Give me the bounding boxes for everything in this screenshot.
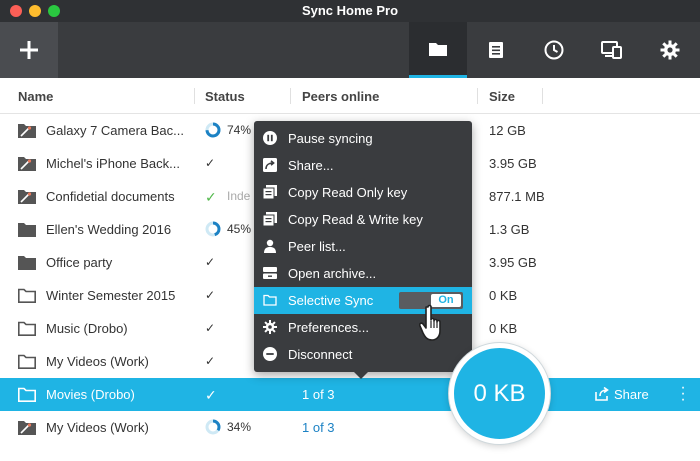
row-size: 1.3 GB bbox=[489, 222, 530, 237]
row-peers: 1 of 3 bbox=[302, 420, 335, 435]
device-folder-icon bbox=[18, 190, 36, 204]
column-header: Name Status Peers online Size bbox=[0, 78, 700, 114]
device-folder-icon bbox=[18, 124, 36, 138]
row-name: Winter Semester 2015 bbox=[46, 288, 176, 303]
menu-item-copy-read-only-key[interactable]: Copy Read Only key bbox=[254, 179, 472, 206]
folder-outline-icon bbox=[18, 321, 36, 336]
archive-icon bbox=[263, 267, 277, 279]
minus-circle-icon bbox=[263, 347, 277, 361]
column-status[interactable]: Status bbox=[205, 89, 245, 104]
pause-icon bbox=[263, 131, 277, 145]
check-icon: ✓ bbox=[205, 321, 216, 335]
row-name: Confidetial documents bbox=[46, 189, 175, 204]
tab-devices[interactable] bbox=[583, 22, 641, 78]
share-button[interactable]: Share bbox=[614, 387, 649, 402]
menu-item-peer-list[interactable]: Peer list... bbox=[254, 233, 472, 260]
context-menu-pointer bbox=[353, 371, 369, 379]
document-icon bbox=[489, 42, 503, 58]
menu-item-share[interactable]: Share... bbox=[254, 152, 472, 179]
app-window: Sync Home Pro Name Status Peers online S… bbox=[0, 0, 700, 461]
device-folder-icon bbox=[18, 157, 36, 171]
column-size[interactable]: Size bbox=[489, 89, 515, 104]
row-name: Office party bbox=[46, 255, 113, 270]
check-icon: ✓ bbox=[205, 387, 217, 403]
folder-icon bbox=[18, 256, 36, 270]
toolbar bbox=[0, 22, 700, 78]
table-row[interactable]: My Videos (Work) 34% 1 of 3 bbox=[0, 411, 700, 444]
tab-history[interactable] bbox=[525, 22, 583, 78]
row-name: My Videos (Work) bbox=[46, 354, 149, 369]
share-icon[interactable] bbox=[594, 387, 610, 401]
row-size: 3.95 GB bbox=[489, 156, 537, 171]
plus-icon bbox=[20, 41, 38, 59]
copy-icon bbox=[263, 185, 277, 199]
check-icon: ✓ bbox=[205, 354, 216, 368]
table-row-selected[interactable]: Movies (Drobo) ✓ 1 of 3 Share · · · bbox=[0, 378, 700, 411]
clock-icon bbox=[544, 40, 564, 60]
folder-outline-icon bbox=[18, 354, 36, 369]
devices-icon bbox=[601, 41, 622, 59]
tab-folders[interactable] bbox=[409, 22, 467, 78]
folder-icon bbox=[429, 42, 447, 56]
check-icon: ✓ bbox=[205, 255, 216, 269]
folder-icon bbox=[18, 223, 36, 237]
more-options-icon[interactable]: · · · bbox=[680, 380, 686, 408]
column-name[interactable]: Name bbox=[18, 89, 53, 104]
progress-ring-icon bbox=[205, 221, 221, 237]
row-peers: 1 of 3 bbox=[302, 387, 335, 402]
row-status: ✓ Inde bbox=[205, 189, 251, 205]
progress-ring-icon bbox=[205, 122, 221, 138]
row-size: 3.95 GB bbox=[489, 255, 537, 270]
menu-item-disconnect[interactable]: Disconnect bbox=[254, 341, 472, 368]
row-name: Ellen's Wedding 2016 bbox=[46, 222, 172, 237]
row-name: Movies (Drobo) bbox=[46, 387, 135, 402]
row-size: 12 GB bbox=[489, 123, 526, 138]
column-peers[interactable]: Peers online bbox=[302, 89, 379, 104]
tab-log[interactable] bbox=[467, 22, 525, 78]
share-icon bbox=[263, 158, 277, 172]
menu-item-open-archive[interactable]: Open archive... bbox=[254, 260, 472, 287]
row-name: My Videos (Work) bbox=[46, 420, 149, 435]
hand-cursor-icon bbox=[419, 304, 441, 341]
row-name: Galaxy 7 Camera Bac... bbox=[46, 123, 184, 138]
add-folder-button[interactable] bbox=[0, 22, 58, 78]
check-icon: ✓ bbox=[205, 288, 216, 302]
gear-icon bbox=[660, 40, 680, 60]
magnified-size-value: 0 KB bbox=[473, 379, 526, 407]
row-name: Michel's iPhone Back... bbox=[46, 156, 180, 171]
folder-outline-icon bbox=[18, 288, 36, 303]
check-icon: ✓ bbox=[205, 156, 216, 170]
gear-icon bbox=[263, 320, 277, 334]
row-size: 877.1 MB bbox=[489, 189, 545, 204]
tab-preferences[interactable] bbox=[641, 22, 699, 78]
row-name: Music (Drobo) bbox=[46, 321, 128, 336]
folder-outline-icon bbox=[263, 294, 277, 306]
title-bar: Sync Home Pro bbox=[0, 0, 700, 22]
row-size: 0 KB bbox=[489, 321, 518, 336]
menu-item-copy-read-write-key[interactable]: Copy Read & Write key bbox=[254, 206, 472, 233]
size-magnifier: 0 KB bbox=[449, 343, 550, 444]
window-title: Sync Home Pro bbox=[301, 3, 399, 18]
check-icon: ✓ bbox=[205, 189, 217, 205]
user-icon bbox=[264, 239, 276, 253]
copy-icon bbox=[263, 212, 277, 226]
menu-item-pause-syncing[interactable]: Pause syncing bbox=[254, 125, 472, 152]
row-size: 0 KB bbox=[489, 288, 518, 303]
folder-outline-icon bbox=[18, 387, 36, 402]
progress-ring-icon bbox=[205, 419, 221, 435]
device-folder-icon bbox=[18, 421, 36, 435]
